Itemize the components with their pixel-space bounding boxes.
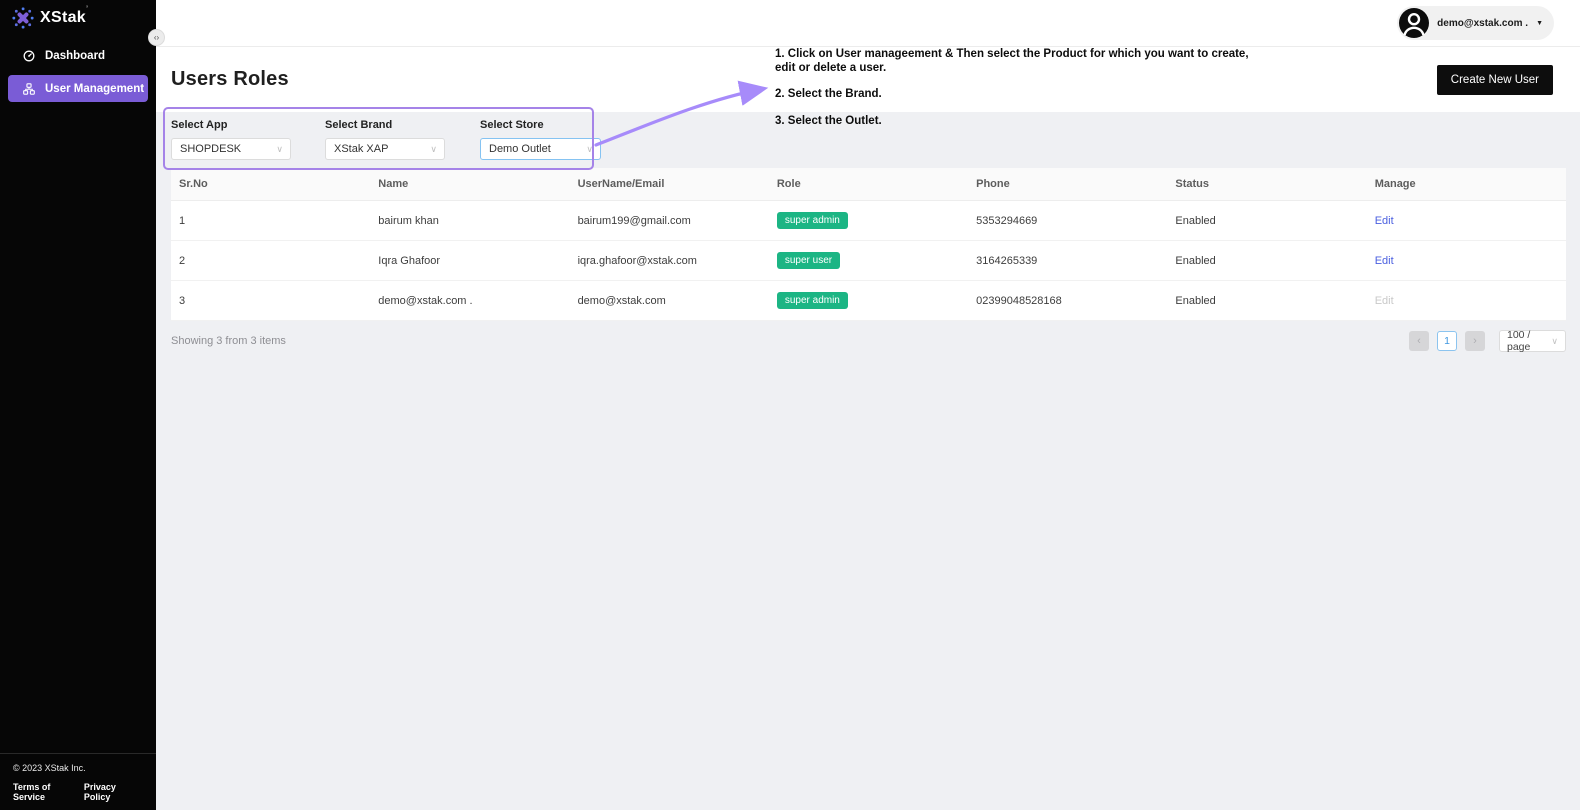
select-app-label: Select App	[171, 119, 291, 131]
chevron-down-icon: ∨	[586, 144, 593, 155]
cell-srno: 3	[171, 281, 370, 320]
filter-select-store: Select Store Demo Outlet ∨	[480, 119, 601, 160]
filter-select-brand: Select Brand XStak XAP ∨	[325, 119, 445, 160]
dashboard-icon	[23, 50, 36, 63]
select-brand-dropdown[interactable]: XStak XAP ∨	[325, 138, 445, 160]
filter-bar: Select App SHOPDESK ∨ Select Brand XStak…	[171, 119, 601, 160]
sidebar: XStak’ Dashboard User Management © 2023 …	[0, 0, 156, 810]
results-summary: Showing 3 from 3 items	[171, 335, 286, 347]
account-email: demo@xstak.com .	[1437, 18, 1528, 29]
page-size-select[interactable]: 100 / page ∨	[1499, 330, 1566, 352]
terms-of-service-link[interactable]: Terms of Service	[13, 782, 84, 802]
sidebar-collapse-toggle[interactable]: ‹›	[148, 29, 165, 46]
select-brand-label: Select Brand	[325, 119, 445, 131]
col-header-phone: Phone	[968, 168, 1167, 200]
sidebar-item-label: Dashboard	[45, 50, 105, 62]
xstak-logo-icon	[12, 7, 34, 29]
table-row: 3 demo@xstak.com . demo@xstak.com super …	[171, 281, 1566, 321]
collapse-icon: ‹›	[154, 34, 159, 42]
cell-phone: 02399048528168	[968, 281, 1167, 320]
cell-name: bairum khan	[370, 201, 569, 240]
select-store-dropdown[interactable]: Demo Outlet ∨	[480, 138, 601, 160]
cell-name: demo@xstak.com .	[370, 281, 569, 320]
logo-trademark-tick: ’	[86, 4, 88, 14]
instruction-step-2: 2. Select the Brand.	[775, 88, 1253, 102]
users-table: Sr.No Name UserName/Email Role Phone Sta…	[171, 168, 1566, 321]
instruction-step-1: 1. Click on User manageement & Then sele…	[775, 48, 1253, 75]
role-badge: super user	[777, 252, 840, 269]
chevron-left-icon: ‹	[1417, 335, 1421, 347]
table-header-row: Sr.No Name UserName/Email Role Phone Sta…	[171, 168, 1566, 201]
table-footer: Showing 3 from 3 items ‹ 1 › 100 / page …	[171, 330, 1566, 352]
chevron-down-icon: ∨	[430, 144, 437, 155]
logo-text: XStak	[40, 9, 86, 26]
sidebar-item-label: User Management	[45, 83, 144, 95]
chevron-down-icon: ∨	[1551, 336, 1558, 347]
role-badge: super admin	[777, 212, 848, 229]
cell-email: bairum199@gmail.com	[570, 201, 769, 240]
edit-user-link[interactable]: Edit	[1375, 255, 1394, 267]
topbar: demo@xstak.com . ▼	[156, 0, 1580, 47]
main-area: demo@xstak.com . ▼ Users Roles Create Ne…	[156, 0, 1580, 810]
cell-phone: 3164265339	[968, 241, 1167, 280]
filter-select-app: Select App SHOPDESK ∨	[171, 119, 291, 160]
sidebar-nav: Dashboard User Management	[0, 43, 156, 102]
pagination: ‹ 1 › 100 / page ∨	[1409, 330, 1566, 352]
select-brand-value: XStak XAP	[334, 143, 388, 155]
cell-phone: 5353294669	[968, 201, 1167, 240]
page-size-value: 100 / page	[1507, 329, 1551, 353]
page-number-button[interactable]: 1	[1437, 331, 1457, 351]
chevron-right-icon: ›	[1473, 335, 1477, 347]
privacy-policy-link[interactable]: Privacy Policy	[84, 782, 144, 802]
instruction-step-3: 3. Select the Outlet.	[775, 115, 1253, 129]
role-badge: super admin	[777, 292, 848, 309]
col-header-srno: Sr.No	[171, 168, 370, 200]
cell-email: demo@xstak.com	[570, 281, 769, 320]
edit-user-link[interactable]: Edit	[1375, 215, 1394, 227]
avatar	[1399, 8, 1429, 38]
select-app-value: SHOPDESK	[180, 143, 241, 155]
col-header-status: Status	[1167, 168, 1366, 200]
sidebar-footer: © 2023 XStak Inc. Terms of Service Priva…	[0, 753, 156, 810]
select-app-dropdown[interactable]: SHOPDESK ∨	[171, 138, 291, 160]
account-menu[interactable]: demo@xstak.com . ▼	[1397, 6, 1554, 40]
instructions: 1. Click on User manageement & Then sele…	[775, 48, 1253, 141]
prev-page-button[interactable]: ‹	[1409, 331, 1429, 351]
select-store-value: Demo Outlet	[489, 143, 551, 155]
cell-srno: 1	[171, 201, 370, 240]
cell-srno: 2	[171, 241, 370, 280]
sidebar-item-user-management[interactable]: User Management	[8, 75, 148, 102]
select-store-label: Select Store	[480, 119, 601, 131]
content-area: 1. Click on User manageement & Then sele…	[156, 112, 1580, 810]
table-row: 1 bairum khan bairum199@gmail.com super …	[171, 201, 1566, 241]
col-header-name: Name	[370, 168, 569, 200]
col-header-manage: Manage	[1367, 168, 1566, 200]
user-management-icon	[23, 82, 36, 95]
cell-email: iqra.ghafoor@xstak.com	[570, 241, 769, 280]
table-row: 2 Iqra Ghafoor iqra.ghafoor@xstak.com su…	[171, 241, 1566, 281]
page-title: Users Roles	[171, 68, 289, 91]
edit-user-link-disabled: Edit	[1375, 295, 1394, 307]
xstak-logo: XStak’	[0, 0, 156, 29]
next-page-button[interactable]: ›	[1465, 331, 1485, 351]
chevron-down-icon: ∨	[276, 144, 283, 155]
cell-status: Enabled	[1167, 241, 1366, 280]
cell-status: Enabled	[1167, 281, 1366, 320]
cell-name: Iqra Ghafoor	[370, 241, 569, 280]
sidebar-item-dashboard[interactable]: Dashboard	[0, 43, 156, 69]
copyright-text: © 2023 XStak Inc.	[13, 763, 144, 773]
chevron-down-icon: ▼	[1536, 20, 1543, 27]
create-new-user-button[interactable]: Create New User	[1437, 65, 1553, 95]
cell-status: Enabled	[1167, 201, 1366, 240]
col-header-role: Role	[769, 168, 968, 200]
col-header-email: UserName/Email	[570, 168, 769, 200]
